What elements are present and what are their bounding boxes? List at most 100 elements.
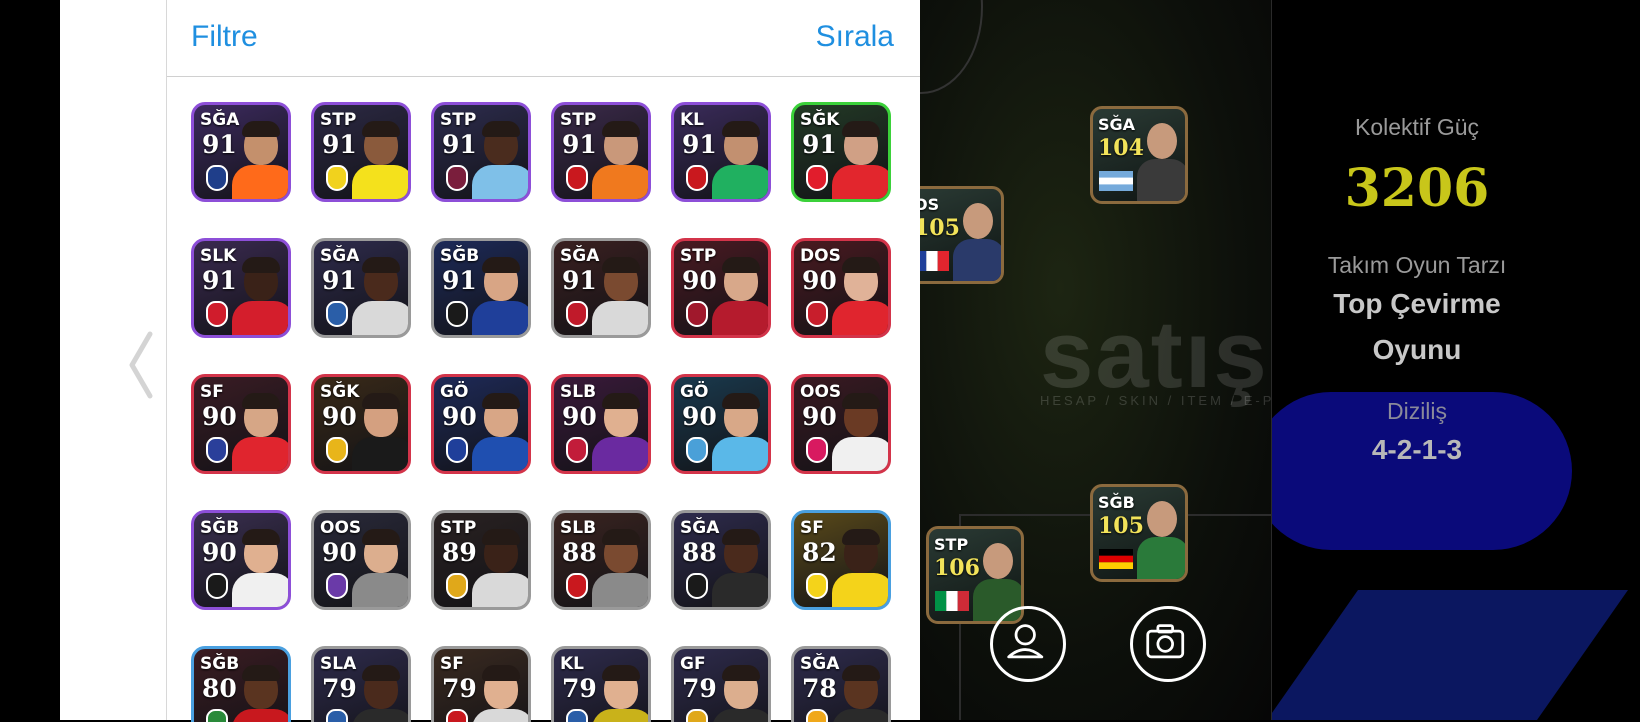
player-position: SLB <box>560 382 597 402</box>
club-badge-icon <box>326 709 348 722</box>
player-portrait <box>232 119 288 199</box>
club-badge-icon <box>806 301 828 327</box>
player-rating: 79 <box>442 674 477 703</box>
player-card[interactable]: SĞA 91 <box>311 238 411 338</box>
player-position: STP <box>320 110 357 130</box>
formation-label: Diziliş <box>1386 398 1448 424</box>
player-card[interactable]: STP 91 <box>311 102 411 202</box>
player-rating: 91 <box>202 130 237 159</box>
sort-button[interactable]: Sırala <box>816 20 894 54</box>
player-card[interactable]: KL 79 <box>551 646 651 722</box>
club-badge-icon <box>686 709 708 722</box>
player-rating: 91 <box>322 266 357 295</box>
club-badge-icon <box>686 437 708 463</box>
player-portrait <box>352 527 408 607</box>
argentina-flag-icon <box>1099 171 1133 191</box>
player-card[interactable]: SĞK 91 <box>791 102 891 202</box>
collective-power-value: 3206 <box>1344 158 1490 219</box>
club-badge-icon <box>206 573 228 599</box>
player-card[interactable]: SĞB 80 <box>191 646 291 722</box>
player-position: GÖ <box>440 382 469 402</box>
player-card[interactable]: SĞK 90 <box>311 374 411 474</box>
player-portrait <box>232 391 288 471</box>
player-card[interactable]: SĞA 88 <box>671 510 771 610</box>
player-card[interactable]: KL 91 <box>671 102 771 202</box>
player-card[interactable]: SLA 79 <box>311 646 411 722</box>
player-portrait <box>352 119 408 199</box>
player-portrait <box>232 255 288 335</box>
player-rating: 91 <box>442 130 477 159</box>
player-card[interactable]: SF 79 <box>431 646 531 722</box>
player-position: DOS <box>800 246 841 266</box>
player-card[interactable]: SĞB 91 <box>431 238 531 338</box>
club-badge-icon <box>446 165 468 191</box>
player-position: SĞA <box>1098 115 1136 134</box>
club-badge-icon <box>206 709 228 722</box>
club-badge-icon <box>326 437 348 463</box>
club-badge-icon <box>806 573 828 599</box>
player-card[interactable]: STP 91 <box>431 102 531 202</box>
player-rating: 90 <box>562 402 597 431</box>
play-style-value-line2: Oyunu <box>1372 334 1462 365</box>
player-portrait <box>832 255 888 335</box>
player-position: GÖ <box>680 382 709 402</box>
player-portrait <box>832 663 888 722</box>
player-portrait <box>472 119 528 199</box>
player-card[interactable]: SF 90 <box>191 374 291 474</box>
player-rating: 105 <box>914 215 960 241</box>
italy-flag-icon <box>935 591 969 611</box>
camera-button[interactable] <box>1130 606 1206 682</box>
player-portrait <box>832 527 888 607</box>
france-flag-icon <box>915 251 949 271</box>
club-badge-icon <box>806 437 828 463</box>
player-position: SLK <box>200 246 237 266</box>
player-rating: 82 <box>802 538 837 567</box>
player-card[interactable]: SF 82 <box>791 510 891 610</box>
player-position: SF <box>200 382 224 402</box>
player-portrait <box>832 391 888 471</box>
player-rating: 91 <box>202 266 237 295</box>
player-card[interactable]: SLK 91 <box>191 238 291 338</box>
player-position: OOS <box>800 382 842 402</box>
player-portrait <box>712 663 768 722</box>
germany-flag-icon <box>1099 549 1133 569</box>
player-rating: 91 <box>562 130 597 159</box>
player-position: SĞA <box>200 110 240 130</box>
player-position: SĞB <box>1098 493 1135 512</box>
player-card[interactable]: STP 90 <box>671 238 771 338</box>
player-position: SĞA <box>560 246 600 266</box>
player-card[interactable]: OOS 90 <box>791 374 891 474</box>
player-rating: 90 <box>322 402 357 431</box>
left-edge <box>0 0 60 720</box>
player-card[interactable]: DOS 90 <box>791 238 891 338</box>
player-rating: 88 <box>562 538 597 567</box>
player-card[interactable]: STP 89 <box>431 510 531 610</box>
player-card[interactable]: GÖ 90 <box>431 374 531 474</box>
player-position: SĞK <box>320 382 360 402</box>
player-card[interactable]: SĞA 91 <box>191 102 291 202</box>
player-card[interactable]: GÖ 90 <box>671 374 771 474</box>
player-position: SLB <box>560 518 597 538</box>
player-portrait <box>832 119 888 199</box>
player-card[interactable]: OOS 90 <box>311 510 411 610</box>
player-portrait <box>592 255 648 335</box>
club-badge-icon <box>686 301 708 327</box>
pitch-player-card[interactable]: SĞB 105 <box>1090 484 1188 582</box>
pitch-player-card[interactable]: OS 105 <box>906 186 1004 284</box>
panel-header: Filtre Sırala <box>167 0 920 77</box>
pitch-center-arc <box>919 0 983 94</box>
chevron-left-icon[interactable] <box>126 330 156 400</box>
player-card[interactable]: SLB 90 <box>551 374 651 474</box>
player-card[interactable]: GF 79 <box>671 646 771 722</box>
player-card[interactable]: STP 91 <box>551 102 651 202</box>
profile-button[interactable] <box>990 606 1066 682</box>
player-card[interactable]: SĞA 78 <box>791 646 891 722</box>
player-card[interactable]: SĞA 91 <box>551 238 651 338</box>
player-card-grid: SĞA 91 STP 91 STP 91 STP 91 KL 91 SĞK 91 SLK 91 SĞA 91 S… <box>191 102 911 722</box>
player-portrait <box>232 663 288 722</box>
pitch-player-card[interactable]: SĞA 104 <box>1090 106 1188 204</box>
player-card[interactable]: SĞB 90 <box>191 510 291 610</box>
player-card[interactable]: SLB 88 <box>551 510 651 610</box>
filter-button[interactable]: Filtre <box>191 20 258 54</box>
club-badge-icon <box>566 301 588 327</box>
